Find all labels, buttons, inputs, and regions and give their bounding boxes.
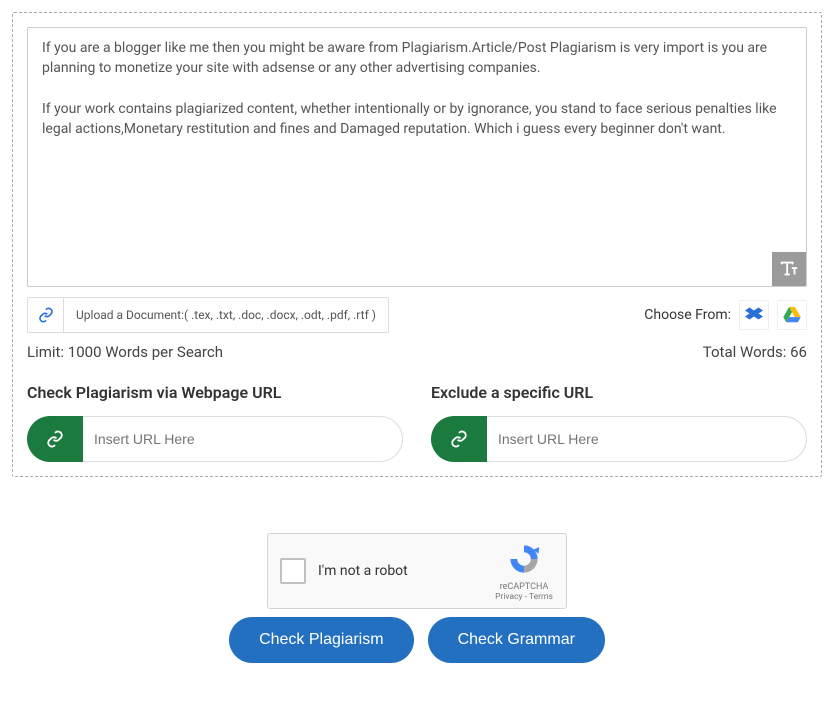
link-icon (28, 298, 64, 332)
recaptcha-icon (507, 542, 541, 576)
check-url-input[interactable] (63, 416, 403, 462)
recaptcha-checkbox[interactable] (280, 558, 306, 584)
link-icon (27, 416, 83, 462)
stats-row: Limit: 1000 Words per Search Total Words… (27, 343, 807, 361)
link-icon (431, 416, 487, 462)
recaptcha-brand-text: reCAPTCHA (492, 582, 556, 592)
upload-label: Upload a Document:( .tex, .txt, .doc, .d… (64, 298, 388, 332)
content-textarea[interactable] (42, 38, 792, 276)
upload-document-button[interactable]: Upload a Document:( .tex, .txt, .doc, .d… (27, 297, 389, 333)
recaptcha-links: Privacy - Terms (492, 592, 556, 602)
check-url-title: Check Plagiarism via Webpage URL (27, 383, 403, 402)
url-inputs-row: Check Plagiarism via Webpage URL Exclude… (27, 383, 807, 462)
exclude-url-section: Exclude a specific URL (431, 383, 807, 462)
exclude-url-title: Exclude a specific URL (431, 383, 807, 402)
recaptcha-branding: reCAPTCHA Privacy - Terms (492, 542, 556, 602)
check-grammar-button[interactable]: Check Grammar (428, 617, 605, 663)
text-input-container (27, 27, 807, 287)
upload-row: Upload a Document:( .tex, .txt, .doc, .d… (27, 297, 807, 333)
main-panel: Upload a Document:( .tex, .txt, .doc, .d… (12, 12, 822, 477)
action-buttons-row: Check Plagiarism Check Grammar (0, 617, 834, 663)
exclude-url-input-wrap (431, 416, 807, 462)
choose-from-label: Choose From: (644, 307, 731, 323)
word-limit-label: Limit: 1000 Words per Search (27, 343, 223, 361)
word-count-label: Total Words: 66 (703, 343, 807, 361)
check-url-input-wrap (27, 416, 403, 462)
recaptcha-label: I'm not a robot (318, 563, 408, 579)
recaptcha-widget: I'm not a robot reCAPTCHA Privacy - Term… (267, 533, 567, 609)
exclude-url-input[interactable] (467, 416, 807, 462)
recaptcha-privacy-link[interactable]: Privacy (495, 592, 522, 602)
cloud-sources: Choose From: (644, 297, 807, 333)
text-tool-icon[interactable] (772, 252, 806, 286)
recaptcha-terms-link[interactable]: Terms (529, 592, 553, 602)
captcha-container: I'm not a robot reCAPTCHA Privacy - Term… (0, 533, 834, 609)
google-drive-button[interactable] (777, 300, 807, 330)
check-url-section: Check Plagiarism via Webpage URL (27, 383, 403, 462)
check-plagiarism-button[interactable]: Check Plagiarism (229, 617, 413, 663)
dropbox-button[interactable] (739, 300, 769, 330)
